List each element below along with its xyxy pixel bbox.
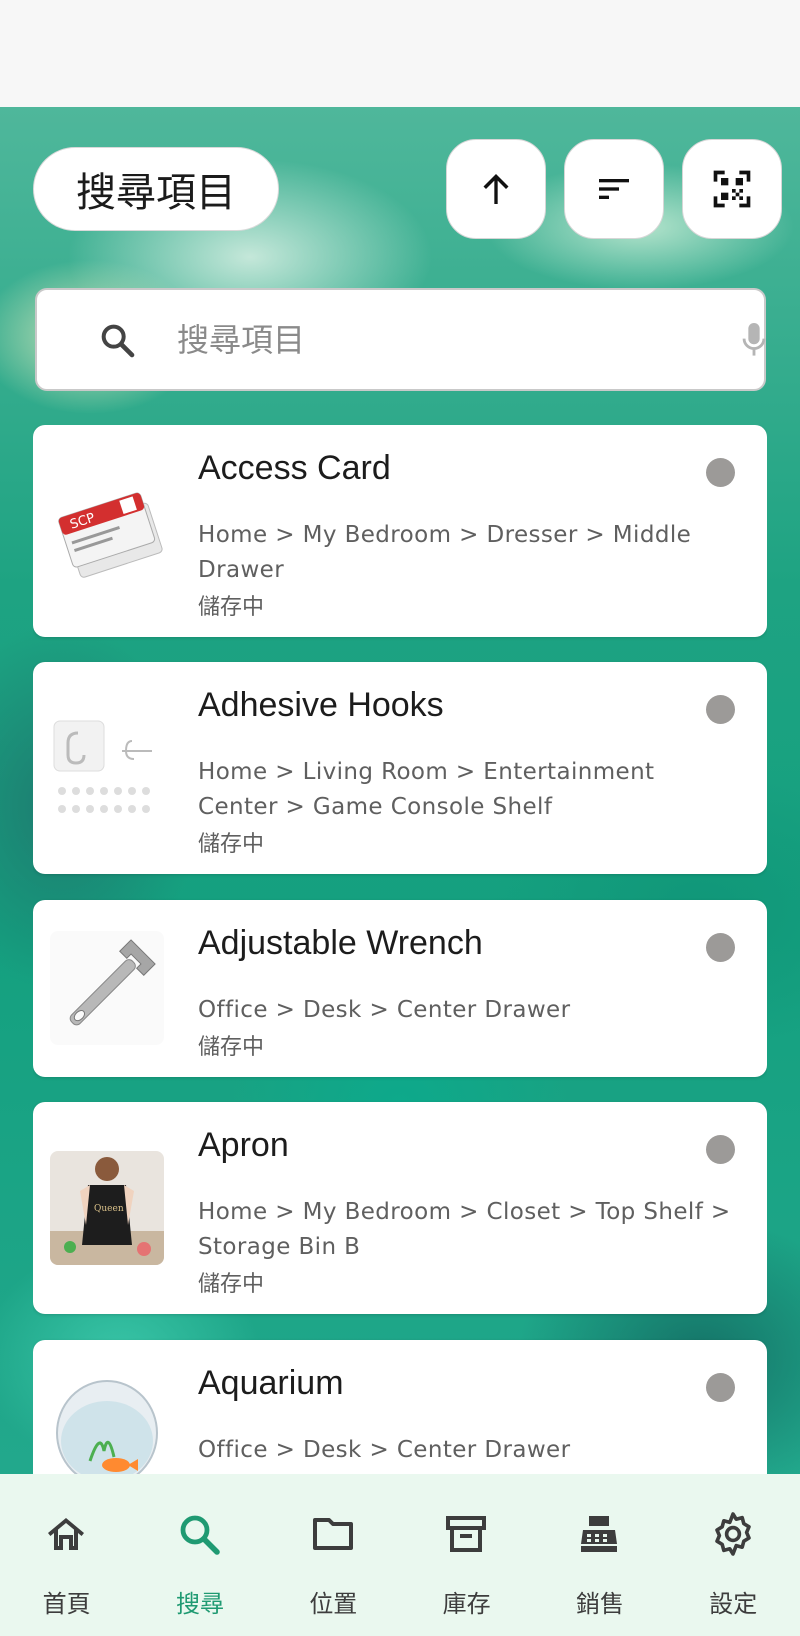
- status-indicator: [706, 1373, 735, 1402]
- bottom-navigation: 首頁 搜尋 位置 庫存 銷售 設定: [0, 1474, 800, 1636]
- item-thumbnail: Queen: [50, 1151, 164, 1265]
- search-bar[interactable]: [35, 288, 766, 391]
- item-location-path: Home > Living Room > Entertainment Cente…: [198, 759, 655, 820]
- item-thumbnail: [50, 931, 164, 1045]
- status-bar: [0, 0, 800, 107]
- item-name: Aquarium: [198, 1364, 344, 1402]
- svg-text:Queen: Queen: [94, 1204, 124, 1214]
- item-name: Adjustable Wrench: [198, 924, 483, 962]
- nav-item-settings[interactable]: 設定: [667, 1474, 800, 1636]
- nav-item-home[interactable]: 首頁: [0, 1474, 133, 1636]
- item-name: Adhesive Hooks: [198, 686, 444, 724]
- item-thumbnail: [50, 1371, 164, 1474]
- qr-scan-icon: [713, 170, 751, 208]
- list-item[interactable]: Aquarium Office > Desk > Center Drawer: [33, 1340, 767, 1474]
- search-icon: [180, 1515, 221, 1555]
- nav-label: 庫存: [442, 1590, 491, 1618]
- item-status: 儲存中: [198, 1272, 265, 1297]
- page-title: 搜尋項目: [33, 147, 279, 231]
- nav-label: 設定: [709, 1590, 758, 1618]
- item-name: Apron: [198, 1126, 289, 1164]
- sort-lines-icon: [599, 179, 629, 199]
- sort-direction-button[interactable]: [446, 139, 546, 239]
- cash-register-icon: [581, 1516, 618, 1552]
- microphone-icon[interactable]: [737, 320, 771, 360]
- nav-label: 首頁: [42, 1590, 91, 1618]
- item-location-path: Home > My Bedroom > Closet > Top Shelf >…: [198, 1199, 731, 1260]
- folder-icon: [312, 1518, 353, 1550]
- search-input[interactable]: [177, 310, 697, 370]
- list-item[interactable]: SCP Access Card Home > My Bedroom > Dres…: [33, 425, 767, 637]
- list-item[interactable]: Queen Apron Home > My Bedroom > Closet >…: [33, 1102, 767, 1314]
- item-status: 儲存中: [198, 595, 265, 620]
- item-location-path: Home > My Bedroom > Dresser > Middle Dra…: [198, 522, 692, 583]
- nav-label: 位置: [309, 1590, 358, 1618]
- item-name: Access Card: [198, 449, 391, 487]
- qr-scan-button[interactable]: [682, 139, 782, 239]
- status-indicator: [706, 695, 735, 724]
- item-location-path: Office > Desk > Center Drawer: [198, 1437, 571, 1463]
- list-item[interactable]: Adjustable Wrench Office > Desk > Center…: [33, 900, 767, 1077]
- sort-button[interactable]: [564, 139, 664, 239]
- nav-item-sales[interactable]: 銷售: [533, 1474, 666, 1636]
- item-status: 儲存中: [198, 1035, 265, 1060]
- status-indicator: [706, 458, 735, 487]
- item-location-path: Office > Desk > Center Drawer: [198, 997, 571, 1023]
- status-indicator: [706, 933, 735, 962]
- nav-label: 銷售: [575, 1590, 624, 1618]
- arrow-up-icon: [483, 174, 509, 204]
- list-item[interactable]: Adhesive Hooks Home > Living Room > Ente…: [33, 662, 767, 874]
- nav-item-locations[interactable]: 位置: [267, 1474, 400, 1636]
- status-indicator: [706, 1135, 735, 1164]
- archive-icon: [445, 1516, 486, 1552]
- gear-icon: [714, 1512, 751, 1556]
- home-icon: [48, 1518, 84, 1550]
- nav-label: 搜尋: [175, 1590, 224, 1618]
- nav-item-search[interactable]: 搜尋: [133, 1474, 266, 1636]
- nav-item-inventory[interactable]: 庫存: [400, 1474, 533, 1636]
- item-status: 儲存中: [198, 832, 265, 857]
- item-thumbnail: SCP: [50, 474, 164, 588]
- item-list[interactable]: SCP Access Card Home > My Bedroom > Dres…: [33, 425, 767, 1474]
- search-icon: [101, 324, 135, 358]
- item-thumbnail: [50, 711, 164, 825]
